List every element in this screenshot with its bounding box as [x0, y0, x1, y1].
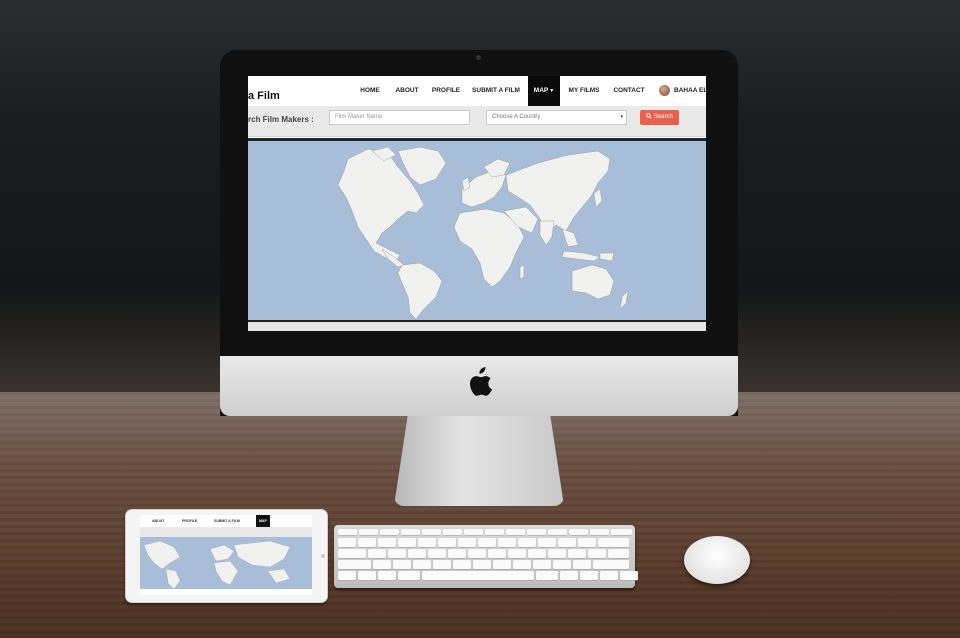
user-avatar[interactable] [659, 85, 670, 96]
tablet-nav-submit-a-film[interactable]: SUBMIT A FILM [214, 515, 240, 527]
search-button[interactable]: Search [640, 110, 679, 125]
webcam [476, 55, 481, 60]
footer-strip [248, 322, 706, 331]
japan[interactable] [593, 188, 603, 208]
keyboard-row-function [338, 529, 632, 538]
imac-stand [394, 416, 564, 506]
country-select[interactable]: Choose A Country ▾ [486, 110, 627, 125]
desk-scene: a Film HOME ABOUT PROFILE SUBMIT A FILM … [0, 0, 960, 638]
tablet-world-map[interactable] [140, 537, 312, 589]
nav-contact[interactable]: CONTACT [610, 76, 648, 106]
search-button-label: Search [653, 114, 673, 120]
film-maker-search-bar: rch Film Makers : Film Maker Name Choose… [248, 106, 706, 137]
apple-keyboard[interactable] [334, 525, 638, 588]
ipad-device: ABOUT PROFILE SUBMIT A FILM MAP [125, 509, 328, 603]
australia[interactable] [571, 264, 615, 300]
magic-mouse[interactable] [684, 536, 750, 584]
tablet-nav-about[interactable]: ABOUT [152, 515, 164, 527]
tablet-map-svg [143, 540, 291, 589]
southeast-asia[interactable] [561, 228, 579, 248]
madagascar[interactable] [519, 264, 525, 280]
europe[interactable] [461, 170, 507, 208]
tablet-search-bar [140, 527, 312, 537]
keyboard-row-home [338, 560, 629, 569]
indonesia[interactable] [561, 250, 601, 262]
tablet-home-button[interactable] [321, 554, 325, 558]
site-logo[interactable]: a Film [248, 90, 280, 102]
nav-map-label: MAP [533, 87, 549, 94]
ipad-screen: ABOUT PROFILE SUBMIT A FILM MAP [140, 515, 312, 595]
tablet-nav-profile[interactable]: PROFILE [182, 515, 197, 527]
india[interactable] [539, 220, 555, 246]
nav-map[interactable]: MAP▼ [528, 76, 560, 106]
new-zealand[interactable] [619, 290, 629, 310]
nav-my-films[interactable]: MY FILMS [566, 76, 602, 106]
search-icon [646, 112, 652, 119]
search-label: rch Film Makers : [248, 115, 314, 124]
country-select-value: Choose A Country [492, 114, 541, 120]
user-name[interactable]: BAHAA ELG [674, 76, 706, 106]
keyboard-row-bottom [338, 571, 638, 580]
nav-profile[interactable]: PROFILE [430, 76, 462, 106]
world-map[interactable] [248, 141, 706, 320]
world-map-svg[interactable] [248, 141, 706, 320]
nav-about[interactable]: ABOUT [392, 76, 422, 106]
nav-submit-a-film[interactable]: SUBMIT A FILM [470, 76, 522, 106]
imac-screen: a Film HOME ABOUT PROFILE SUBMIT A FILM … [248, 76, 706, 331]
film-maker-name-input[interactable]: Film Maker Name [329, 110, 470, 125]
papua[interactable] [599, 252, 615, 262]
caret-down-icon: ▼ [549, 88, 555, 94]
caret-down-icon: ▾ [620, 114, 623, 120]
site-navbar: a Film HOME ABOUT PROFILE SUBMIT A FILM … [248, 76, 706, 107]
tablet-nav-map[interactable]: MAP [256, 515, 270, 527]
keyboard-row-numbers [338, 538, 629, 547]
south-america[interactable] [397, 262, 443, 320]
apple-logo-icon [469, 367, 493, 396]
nav-home[interactable]: HOME [356, 76, 384, 106]
keyboard-row-qwerty [338, 549, 629, 558]
